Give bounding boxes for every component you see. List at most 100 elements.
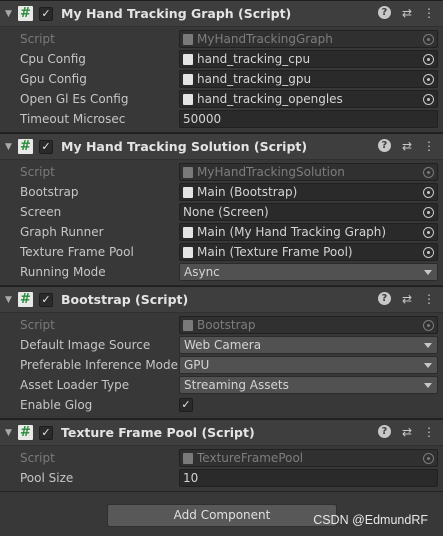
- property-row: Screen None (Screen): [0, 202, 443, 222]
- property-label: Script: [20, 165, 55, 179]
- asset-file-icon: [183, 226, 193, 238]
- property-dropdown[interactable]: GPU: [179, 356, 438, 374]
- property-number-input[interactable]: 10: [179, 469, 438, 487]
- asset-file-icon: [183, 33, 193, 45]
- property-list: Script TextureFramePool Pool Size 10: [0, 446, 443, 491]
- object-picker-icon: [423, 34, 434, 45]
- object-reference-field[interactable]: hand_tracking_gpu: [179, 70, 438, 88]
- inspector-panel: ▼ # ✓ My Hand Tracking Graph (Script)? ⇄ ⋮ Scr…: [0, 0, 443, 492]
- property-label: Gpu Config: [20, 72, 87, 86]
- object-picker-icon[interactable]: [423, 207, 434, 218]
- object-reference-value: Main (My Hand Tracking Graph): [197, 225, 387, 239]
- settings-sliders-icon[interactable]: ⇄: [402, 6, 412, 20]
- property-list: Script Bootstrap Default Image Source Web C…: [0, 313, 443, 418]
- property-dropdown[interactable]: Async: [179, 263, 438, 281]
- asset-file-icon: [183, 186, 193, 198]
- more-menu-icon[interactable]: ⋮: [423, 292, 435, 306]
- component-enabled-checkbox[interactable]: ✓: [39, 139, 53, 154]
- property-dropdown[interactable]: Streaming Assets: [179, 376, 438, 394]
- object-picker-icon[interactable]: [423, 74, 434, 85]
- property-dropdown[interactable]: Web Camera: [179, 336, 438, 354]
- add-component-button[interactable]: Add Component: [107, 504, 337, 527]
- object-reference-field: TextureFramePool: [179, 449, 438, 467]
- property-label: Asset Loader Type: [20, 378, 130, 392]
- component-enabled-checkbox[interactable]: ✓: [39, 292, 53, 307]
- property-row: Graph Runner Main (My Hand Tracking Graph…: [0, 222, 443, 242]
- script-icon: #: [18, 425, 33, 440]
- foldout-arrow-icon[interactable]: ▼: [5, 9, 15, 19]
- object-picker-icon[interactable]: [423, 227, 434, 238]
- script-icon: #: [18, 292, 33, 307]
- settings-sliders-icon[interactable]: ⇄: [402, 292, 412, 306]
- asset-file-icon: [183, 53, 193, 65]
- property-label: Bootstrap: [20, 185, 79, 199]
- property-row: Timeout Microsec 50000: [0, 109, 443, 129]
- foldout-arrow-icon[interactable]: ▼: [5, 142, 15, 152]
- header-icons: ? ⇄ ⋮: [377, 6, 435, 20]
- object-picker-icon[interactable]: [423, 94, 434, 105]
- object-reference-field[interactable]: hand_tracking_cpu: [179, 50, 438, 68]
- object-reference-value: Main (Texture Frame Pool): [197, 245, 353, 259]
- property-checkbox[interactable]: ✓: [179, 398, 193, 412]
- header-icons: ? ⇄ ⋮: [377, 139, 435, 153]
- asset-file-icon: [183, 73, 193, 85]
- component-header[interactable]: ▼ # ✓ Texture Frame Pool (Script)? ⇄ ⋮: [0, 419, 443, 446]
- help-icon[interactable]: ?: [377, 139, 391, 152]
- help-icon[interactable]: ?: [377, 425, 391, 438]
- object-reference-field[interactable]: Main (My Hand Tracking Graph): [179, 223, 438, 241]
- component-header[interactable]: ▼ # ✓ My Hand Tracking Graph (Script)? ⇄ ⋮: [0, 0, 443, 27]
- object-reference-field[interactable]: Main (Texture Frame Pool): [179, 243, 438, 261]
- object-reference-value: hand_tracking_gpu: [197, 72, 312, 86]
- help-icon[interactable]: ?: [377, 6, 391, 19]
- property-label: Texture Frame Pool: [20, 245, 134, 259]
- settings-sliders-icon[interactable]: ⇄: [402, 425, 412, 439]
- settings-sliders-icon[interactable]: ⇄: [402, 139, 412, 153]
- foldout-arrow-icon[interactable]: ▼: [5, 428, 15, 438]
- property-row: Pool Size 10: [0, 468, 443, 488]
- object-picker-icon: [423, 320, 434, 331]
- object-picker-icon[interactable]: [423, 54, 434, 65]
- object-picker-icon: [423, 167, 434, 178]
- property-list: Script MyHandTrackingGraph Cpu Config hand_…: [0, 27, 443, 132]
- property-row: Running Mode Async: [0, 262, 443, 282]
- property-label: Script: [20, 32, 55, 46]
- object-reference-field: MyHandTrackingSolution: [179, 163, 438, 181]
- object-picker-icon[interactable]: [423, 247, 434, 258]
- asset-file-icon: [183, 166, 193, 178]
- component-title: My Hand Tracking Solution (Script): [61, 139, 308, 154]
- property-row: Asset Loader Type Streaming Assets: [0, 375, 443, 395]
- component-header[interactable]: ▼ # ✓ Bootstrap (Script)? ⇄ ⋮: [0, 286, 443, 313]
- object-reference-value: Main (Bootstrap): [197, 185, 298, 199]
- foldout-arrow-icon[interactable]: ▼: [5, 295, 15, 305]
- object-reference-field[interactable]: None (Screen): [179, 203, 438, 221]
- component-header[interactable]: ▼ # ✓ My Hand Tracking Solution (Script)? ⇄ ⋮: [0, 133, 443, 160]
- object-reference-field[interactable]: hand_tracking_opengles: [179, 90, 438, 108]
- more-menu-icon[interactable]: ⋮: [423, 139, 435, 153]
- header-icons: ? ⇄ ⋮: [377, 292, 435, 306]
- object-reference-field[interactable]: Main (Bootstrap): [179, 183, 438, 201]
- dropdown-arrow-icon: [424, 363, 432, 368]
- dropdown-value: GPU: [184, 358, 210, 372]
- watermark-text: CSDN @EdmundRF: [313, 513, 428, 527]
- property-list: Script MyHandTrackingSolution Bootstrap Mai…: [0, 160, 443, 285]
- help-icon[interactable]: ?: [377, 292, 391, 305]
- dropdown-arrow-icon: [424, 383, 432, 388]
- property-label: Pool Size: [20, 471, 74, 485]
- more-menu-icon[interactable]: ⋮: [423, 6, 435, 20]
- component-enabled-checkbox[interactable]: ✓: [39, 425, 53, 440]
- asset-file-icon: [183, 246, 193, 258]
- more-menu-icon[interactable]: ⋮: [423, 425, 435, 439]
- property-row: Open Gl Es Config hand_tracking_opengles: [0, 89, 443, 109]
- script-icon: #: [18, 139, 33, 154]
- component-enabled-checkbox[interactable]: ✓: [39, 6, 53, 21]
- property-row: Script MyHandTrackingSolution: [0, 162, 443, 182]
- property-label: Running Mode: [20, 265, 106, 279]
- object-reference-value: hand_tracking_cpu: [197, 52, 311, 66]
- object-picker-icon[interactable]: [423, 187, 434, 198]
- object-reference-value: hand_tracking_opengles: [197, 92, 343, 106]
- object-reference-value: MyHandTrackingSolution: [197, 165, 345, 179]
- component-1: ▼ # ✓ My Hand Tracking Solution (Script)? ⇄ ⋮…: [0, 133, 443, 286]
- component-3: ▼ # ✓ Texture Frame Pool (Script)? ⇄ ⋮ Script T…: [0, 419, 443, 492]
- property-number-input[interactable]: 50000: [179, 110, 438, 128]
- component-0: ▼ # ✓ My Hand Tracking Graph (Script)? ⇄ ⋮ Scr…: [0, 0, 443, 133]
